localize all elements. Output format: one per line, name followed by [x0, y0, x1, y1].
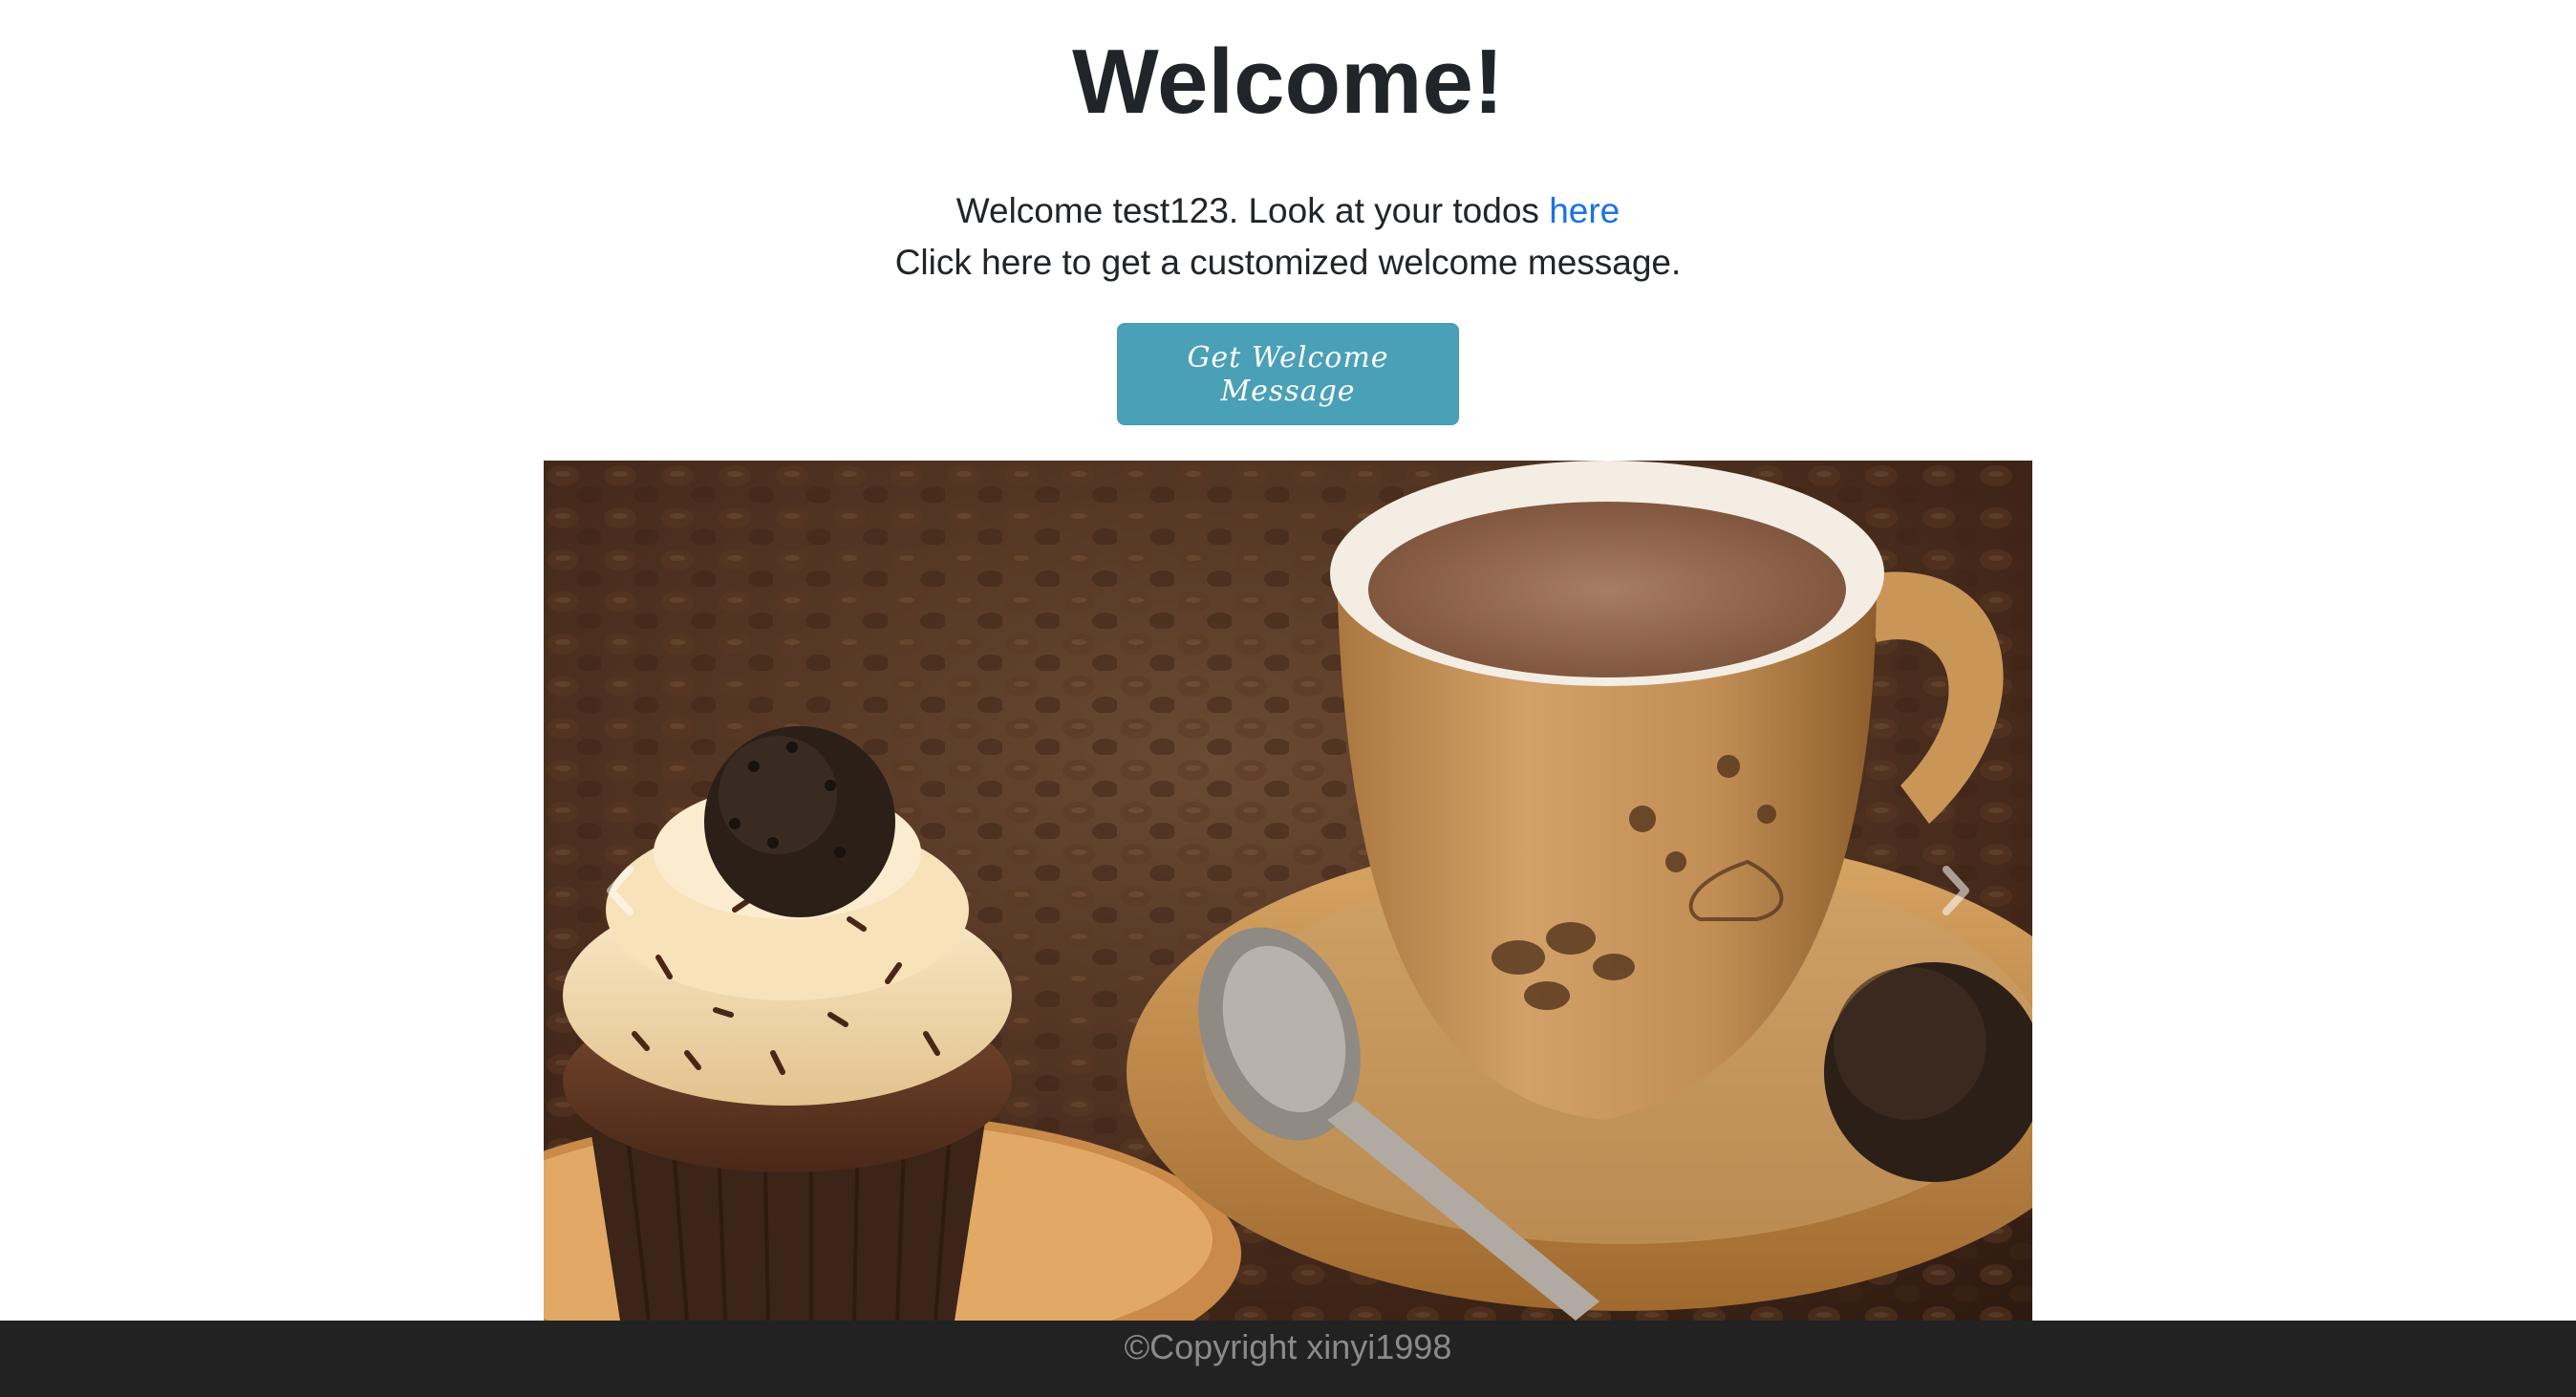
get-welcome-message-button[interactable]: Get Welcome Message	[1117, 323, 1459, 425]
carousel-prev-button[interactable]	[544, 461, 697, 1321]
carousel-image	[544, 461, 2032, 1321]
carousel-next-button[interactable]	[1879, 461, 2032, 1321]
intro-text: Welcome test123. Look at your todos here…	[0, 185, 2576, 289]
todos-link[interactable]: here	[1549, 191, 1620, 230]
image-carousel	[544, 461, 2032, 1321]
chevron-right-icon	[1943, 866, 1969, 915]
page: Welcome! Welcome test123. Look at your t…	[0, 0, 2576, 1397]
footer: ©Copyright xinyi1998	[0, 1321, 2576, 1397]
copyright-text: ©Copyright xinyi1998	[1124, 1327, 1452, 1366]
intro-line-2: Click here to get a customized welcome m…	[894, 243, 1682, 282]
intro-line-1-text: Welcome test123. Look at your todos	[955, 191, 1539, 230]
chevron-left-icon	[607, 866, 633, 915]
intro-line-1: Welcome test123. Look at your todos here	[0, 185, 2576, 237]
page-title: Welcome!	[1072, 31, 1504, 133]
